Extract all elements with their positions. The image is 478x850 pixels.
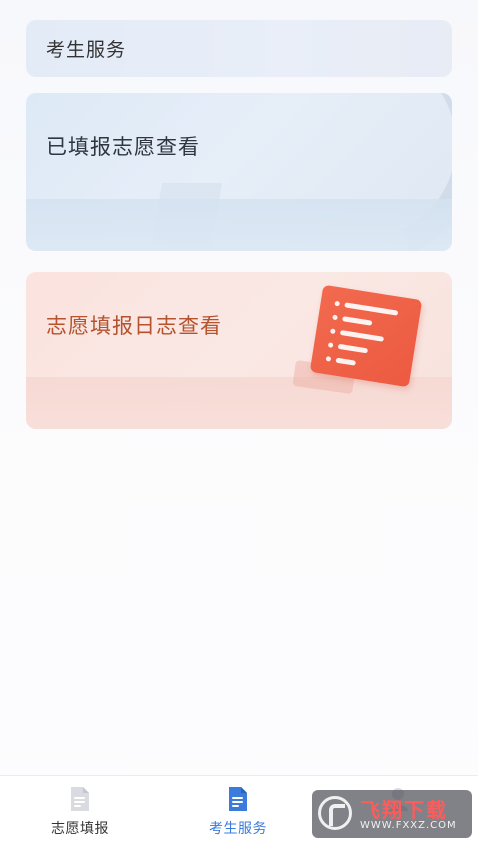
section-header: 考生服务 [26,20,452,77]
tab-label: 考生服务 [209,821,267,837]
watermark: 飞翔下载 WWW.FXXZ.COM [312,790,472,838]
card-label: 志愿填报日志查看 [46,314,222,338]
list-bullet [332,314,338,321]
tab-label: 志愿填报 [51,821,109,837]
document-illustration-icon [292,284,424,396]
list-bullet [327,342,334,348]
text-line [339,329,385,342]
tab-application[interactable]: 志愿填报 [20,786,140,846]
document-list-icon [229,787,247,811]
section-title: 考生服务 [46,39,127,61]
list-bullet [334,300,341,307]
card-bottom-band [26,199,452,251]
list-bullet [325,356,332,362]
text-line [342,316,373,326]
watermark-title: 飞翔下载 [360,798,448,822]
page: 考生服务 已填报志愿查看 志愿填报日志查看 志愿填报 考生服务 飞翔下载 WWW… [0,0,478,850]
text-line [337,343,369,354]
watermark-url: WWW.FXXZ.COM [360,820,457,831]
tab-student-services[interactable]: 考生服务 [178,786,298,846]
document-icon [71,787,89,811]
document-icon [309,284,423,388]
list-bullet [329,328,336,335]
view-submitted-choices-card[interactable]: 已填报志愿查看 [26,93,452,251]
view-application-log-card[interactable]: 志愿填报日志查看 [26,272,452,429]
text-line [344,302,399,316]
text-line [335,357,357,366]
watermark-logo-icon [318,796,352,830]
card-label: 已填报志愿查看 [46,135,200,159]
